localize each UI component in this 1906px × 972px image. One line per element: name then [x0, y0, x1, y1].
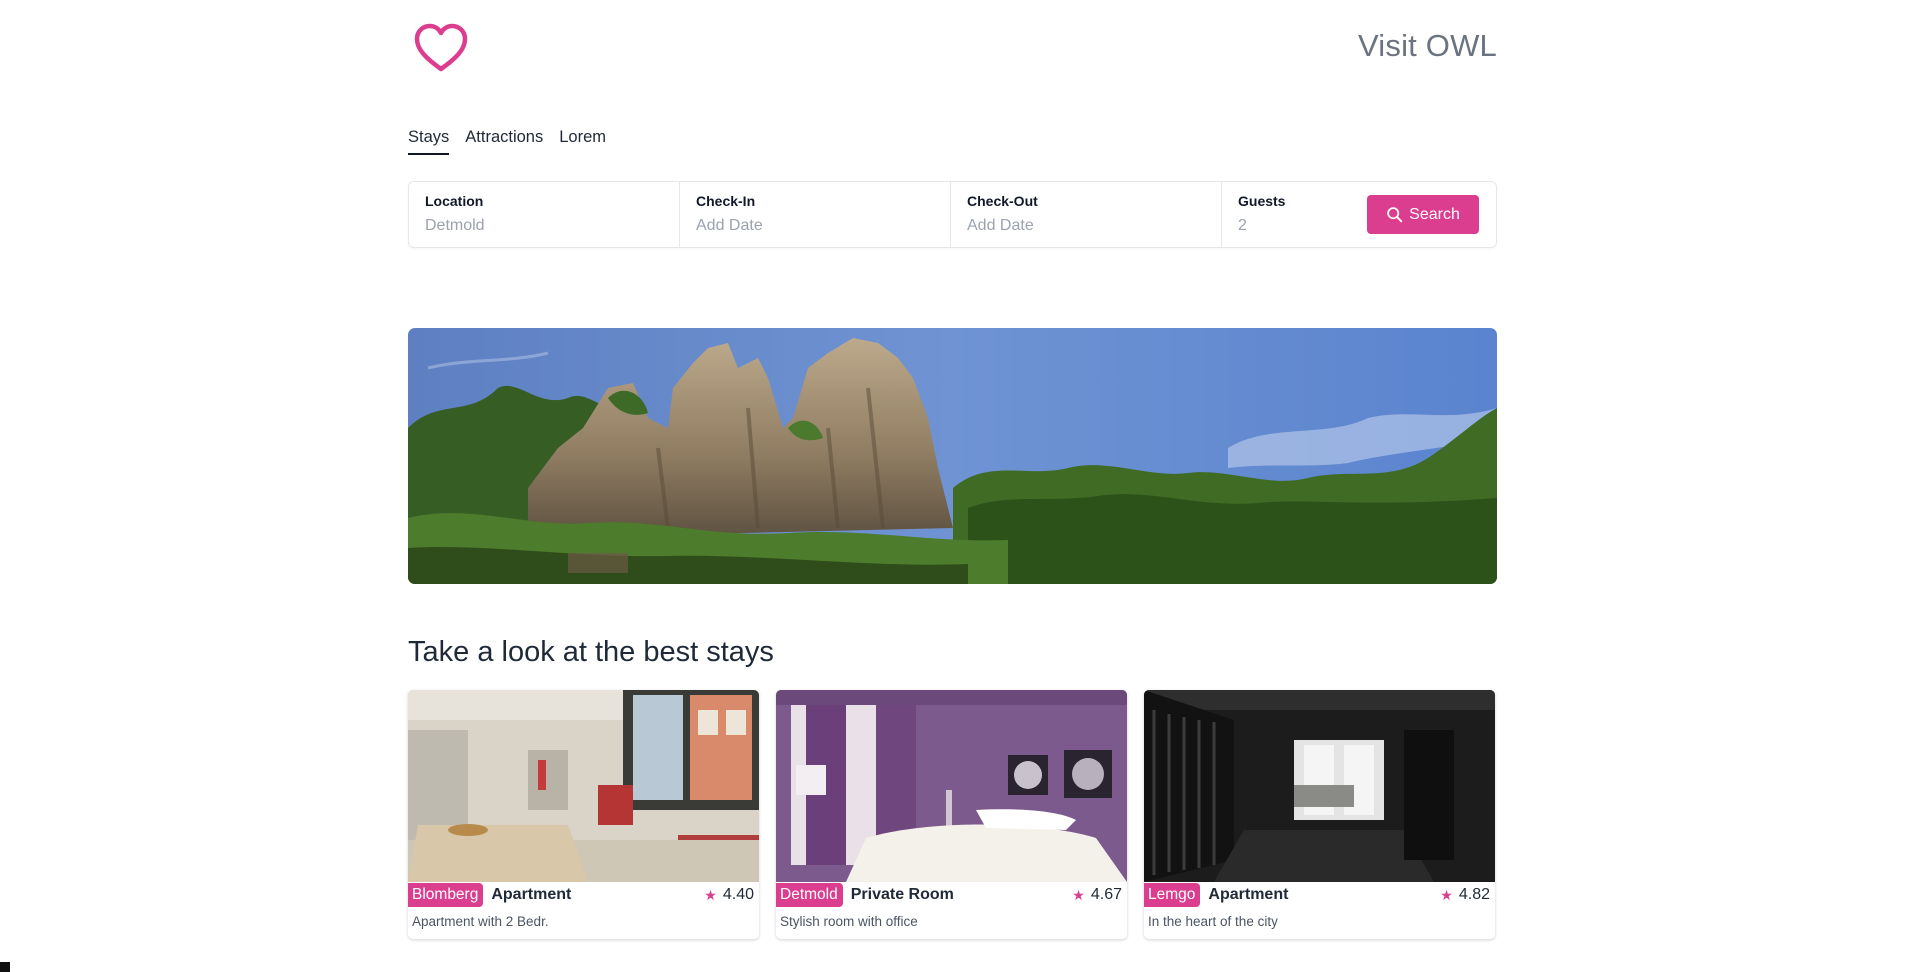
section-title: Take a look at the best stays: [408, 636, 774, 668]
location-label: Location: [425, 193, 484, 209]
rating: ★ 4.40: [704, 886, 754, 904]
heart-logo-icon[interactable]: [413, 22, 469, 74]
rating-value: 4.82: [1458, 886, 1490, 903]
search-button[interactable]: Search: [1367, 195, 1479, 234]
check-out-label: Check-Out: [967, 193, 1038, 209]
check-in-input[interactable]: Add Date: [696, 217, 934, 235]
stay-card-header: Lemgo Apartment ★ 4.82: [1144, 882, 1495, 908]
page-container: Visit OWL Stays Attractions Lorem Locati…: [408, 0, 1497, 972]
stay-card[interactable]: Lemgo Apartment ★ 4.82 In the heart of t…: [1144, 690, 1495, 939]
rating: ★ 4.82: [1440, 886, 1490, 904]
stay-description: In the heart of the city: [1148, 914, 1278, 929]
star-icon: ★: [1440, 886, 1453, 903]
stay-card-header: Blomberg Apartment ★ 4.40: [408, 882, 759, 908]
apartment-photo: [408, 690, 759, 882]
stay-card[interactable]: Detmold Private Room ★ 4.67 Stylish room…: [776, 690, 1127, 939]
window-corner: [0, 962, 10, 972]
city-badge: Detmold: [776, 883, 843, 907]
location-field[interactable]: Location Detmold: [409, 182, 680, 247]
stay-type: Apartment: [1208, 886, 1289, 903]
check-in-label: Check-In: [696, 193, 756, 209]
search-button-label: Search: [1409, 205, 1460, 223]
rating-value: 4.40: [722, 886, 754, 903]
apartment-photo: [1144, 690, 1495, 882]
search-bar: Location Detmold Check-In Add Date Check…: [408, 181, 1497, 248]
city-badge: Blomberg: [408, 883, 484, 907]
site-title: Visit OWL: [1357, 28, 1497, 63]
city-badge: Lemgo: [1144, 883, 1201, 907]
stay-description: Stylish room with office: [780, 914, 918, 929]
private-room-photo: [776, 690, 1127, 882]
stay-type: Private Room: [850, 886, 954, 903]
location-input[interactable]: Detmold: [425, 217, 663, 235]
rating: ★ 4.67: [1072, 886, 1122, 904]
search-icon: [1387, 207, 1403, 223]
star-icon: ★: [1072, 886, 1085, 903]
check-in-field[interactable]: Check-In Add Date: [680, 182, 951, 247]
stay-description: Apartment with 2 Bedr.: [412, 914, 549, 929]
tab-bar: Stays Attractions Lorem: [408, 128, 606, 155]
stay-card-header: Detmold Private Room ★ 4.67: [776, 882, 1127, 908]
star-icon: ★: [704, 886, 717, 903]
tab-lorem[interactable]: Lorem: [559, 128, 606, 155]
tab-attractions[interactable]: Attractions: [465, 128, 543, 155]
tab-stays[interactable]: Stays: [408, 128, 450, 155]
rating-value: 4.67: [1090, 886, 1122, 903]
check-out-input[interactable]: Add Date: [967, 217, 1205, 235]
stay-card[interactable]: Blomberg Apartment ★ 4.40 Apartment with…: [408, 690, 759, 939]
check-out-field[interactable]: Check-Out Add Date: [951, 182, 1222, 247]
hero-landscape-image: [408, 328, 1497, 584]
stay-type: Apartment: [491, 886, 572, 903]
stays-list: Blomberg Apartment ★ 4.40 Apartment with…: [408, 690, 1495, 939]
